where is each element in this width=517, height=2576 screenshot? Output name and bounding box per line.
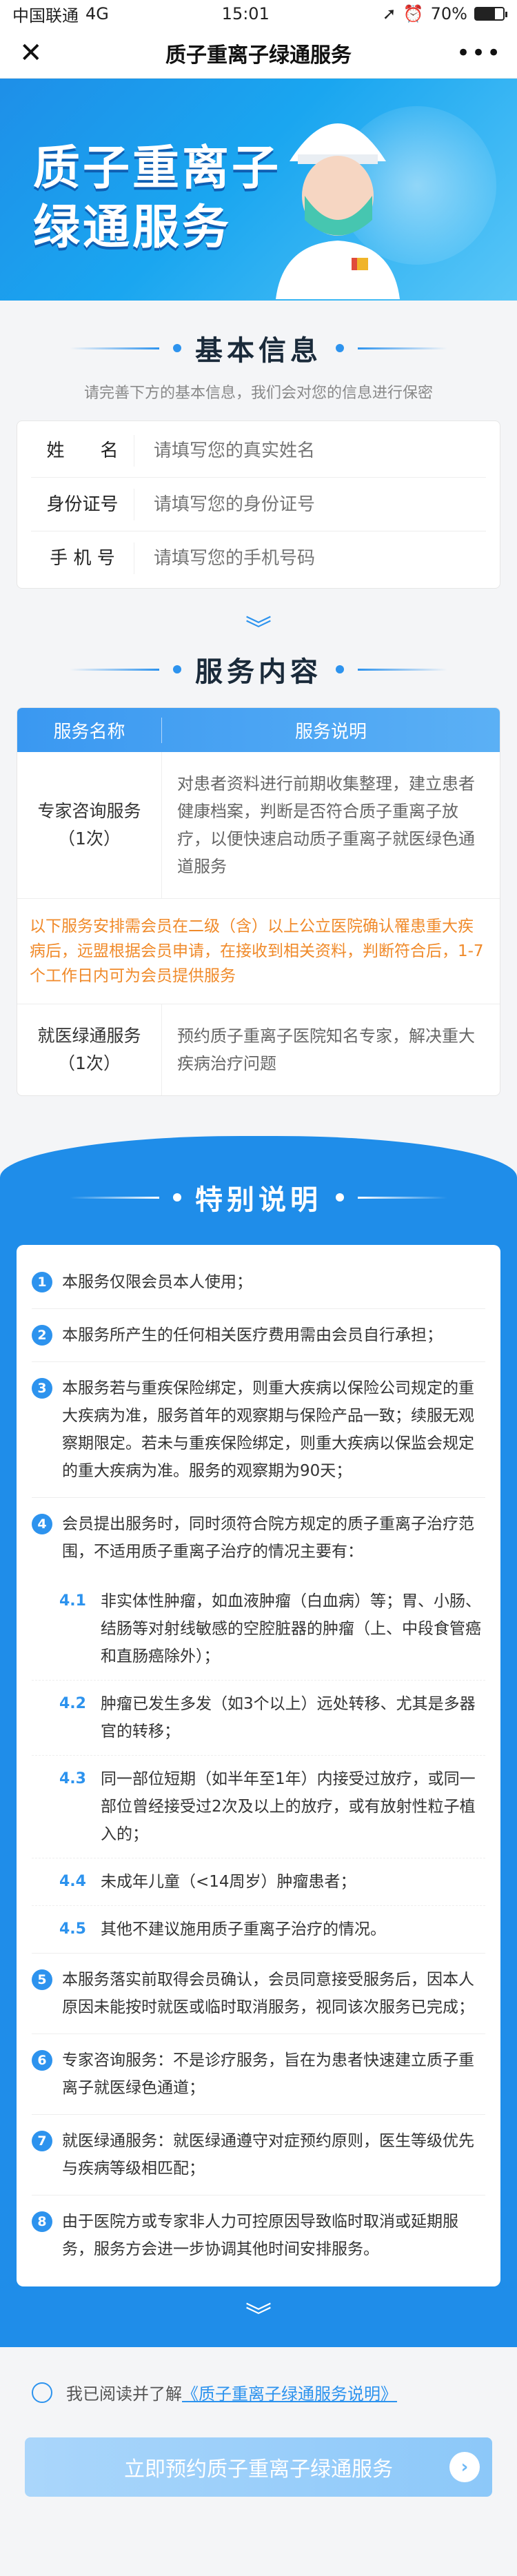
id-number-input[interactable] xyxy=(134,494,486,515)
hero-banner: 质子重离子 绿通服务 xyxy=(0,79,517,301)
name-row: 姓 名 xyxy=(31,424,486,478)
name-label: 姓 名 xyxy=(31,434,134,467)
service-name: 专家咨询服务 xyxy=(37,801,141,821)
service-desc: 预约质子重离子医院知名专家，解决重大疾病治疗问题 xyxy=(177,1026,475,1073)
phone-input[interactable] xyxy=(134,548,486,569)
doctor-illustration xyxy=(276,123,400,299)
arrow-right-icon: › xyxy=(449,2452,480,2482)
sub-item: 4.3 同一部位短期（如半年至1年）内接受过放疗，或同一部位曾经接受过2次及以上的… xyxy=(32,1756,485,1858)
phone-label: 手 机 号 xyxy=(31,542,134,574)
agree-text: 我已阅读并了解 xyxy=(66,2384,182,2404)
dot-icon xyxy=(336,665,344,673)
service-name: 就医绿通服务 xyxy=(37,1026,141,1046)
id-row: 身份证号 xyxy=(31,478,486,531)
table-row: 专家咨询服务 （1次） 对患者资料进行前期收集整理，建立患者健康档案，判断是否符… xyxy=(17,752,500,899)
alarm-icon: ⏰ xyxy=(403,4,424,23)
dot-icon xyxy=(336,1193,344,1201)
clock: 15:01 xyxy=(221,4,270,23)
phone-row: 手 机 号 xyxy=(31,531,486,585)
service-table: 服务名称 服务说明 专家咨询服务 （1次） 对患者资料进行前期收集整理，建立患者… xyxy=(17,707,500,1096)
divider xyxy=(70,668,159,671)
col-service-name: 服务名称 xyxy=(17,717,162,743)
page-title: 质子重离子绿通服务 xyxy=(165,43,352,68)
service-note: 以下服务安排需会员在二级（含）以上公立医院确认罹患重大疾病后，远盟根据会员申请，… xyxy=(17,899,500,1004)
table-header: 服务名称 服务说明 xyxy=(17,708,500,752)
list-item: 6 专家咨询服务：不是诊疗服务，旨在为患者快速建立质子重离子就医绿色通道； xyxy=(32,2034,485,2115)
name-input[interactable] xyxy=(134,440,486,461)
special-notes-section: 特别说明 1 本服务仅限会员本人使用； 2 本服务所产生的任何相关医疗费用需由会员自… xyxy=(0,1136,517,2347)
basic-info-title: 基本信息 xyxy=(195,335,322,367)
service-count: （1次） xyxy=(58,1053,121,1073)
divider xyxy=(70,347,159,349)
carrier: 中国联通 xyxy=(12,6,79,26)
list-item: 3 本服务若与重疾保险绑定，则重大疾病以保险公司规定的重大疾病为准，服务首年的观察… xyxy=(32,1362,485,1498)
divider xyxy=(358,668,447,671)
service-header: 服务内容 xyxy=(0,649,517,689)
special-header: 特别说明 xyxy=(17,1177,500,1217)
more-icon[interactable]: ••• xyxy=(456,39,500,67)
dot-icon xyxy=(336,344,344,352)
special-title: 特别说明 xyxy=(195,1184,322,1216)
list-item: 5 本服务落实前取得会员确认，会员同意接受服务后，因本人原因未能按时就医或临时取消… xyxy=(32,1954,485,2034)
list-item: 8 由于医院方或专家非人力可控原因导致临时取消或延期服务，服务方会进一步协调其他时… xyxy=(32,2195,485,2275)
service-count: （1次） xyxy=(58,829,121,849)
list-item: 7 就医绿通服务：就医绿通遵守对症预约原则，医生等级优先与疾病等级相匹配； xyxy=(32,2115,485,2195)
service-desc: 对患者资料进行前期收集整理，建立患者健康档案，判断是否符合质子重离子放疗，以便快… xyxy=(177,774,475,876)
chevron-down-icon: ︾ xyxy=(245,2301,272,2331)
sub-item: 4.1 非实体性肿瘤，如血液肿瘤（白血病）等；胃、小肠、结肠等对射线敏感的空腔脏器… xyxy=(32,1578,485,1681)
dot-icon xyxy=(173,344,181,352)
divider xyxy=(70,1196,159,1199)
dot-icon xyxy=(173,665,181,673)
network-type: 4G xyxy=(85,4,109,23)
id-label: 身份证号 xyxy=(31,488,134,520)
basic-info-subtitle: 请完善下方的基本信息，我们会对您的信息进行保密 xyxy=(83,385,433,402)
navbar: ✕ 质子重离子绿通服务 ••• xyxy=(0,28,517,79)
chevron-down-icon: ︾ xyxy=(245,614,272,645)
service-title: 服务内容 xyxy=(195,656,322,688)
divider xyxy=(358,1196,447,1199)
sub-item: 4.5 其他不建议施用质子重离子治疗的情况。 xyxy=(32,1906,485,1954)
rules-list: 1 本服务仅限会员本人使用； 2 本服务所产生的任何相关医疗费用需由会员自行承担； … xyxy=(17,1245,500,2286)
basic-info-form: 姓 名 身份证号 手 机 号 xyxy=(17,420,500,589)
sub-item: 4.2 肿瘤已发生多发（如3个以上）远处转移、尤其是多器官的转移； xyxy=(32,1681,485,1756)
dot-icon xyxy=(173,1193,181,1201)
submit-button[interactable]: 立即预约质子重离子绿通服务 › xyxy=(25,2437,492,2497)
hero-title-line2: 绿通服务 xyxy=(33,201,232,255)
col-service-desc: 服务说明 xyxy=(294,721,367,742)
battery-icon xyxy=(474,7,507,21)
table-row: 就医绿通服务 （1次） 预约质子重离子医院知名专家，解决重大疾病治疗问题 xyxy=(17,1004,500,1095)
basic-info-header: 基本信息 xyxy=(0,328,517,368)
agree-checkbox[interactable] xyxy=(32,2382,52,2403)
agreement: 我已阅读并了解 《质子重离子绿通服务说明》 xyxy=(0,2380,517,2404)
sub-item: 4.4 未成年儿童（<14周岁）肿瘤患者； xyxy=(32,1858,485,1906)
list-item: 1 本服务仅限会员本人使用； xyxy=(32,1256,485,1309)
list-item: 2 本服务所产生的任何相关医疗费用需由会员自行承担； xyxy=(32,1309,485,1362)
close-icon[interactable]: ✕ xyxy=(19,37,61,69)
agreement-link[interactable]: 《质子重离子绿通服务说明》 xyxy=(182,2380,397,2404)
hero-title-line1: 质子重离子 xyxy=(33,141,282,196)
submit-label: 立即预约质子重离子绿通服务 xyxy=(124,2457,393,2482)
list-item: 4 会员提出服务时，同时须符合院方规定的质子重离子治疗范围，不适用质子重离子治疗的… xyxy=(32,1498,485,1578)
location-icon: ➚ xyxy=(382,4,396,23)
battery-percent: 70% xyxy=(430,4,467,23)
divider xyxy=(358,347,447,349)
status-bar: 中国联通 4G 15:01 ➚ ⏰ 70% xyxy=(0,0,517,28)
